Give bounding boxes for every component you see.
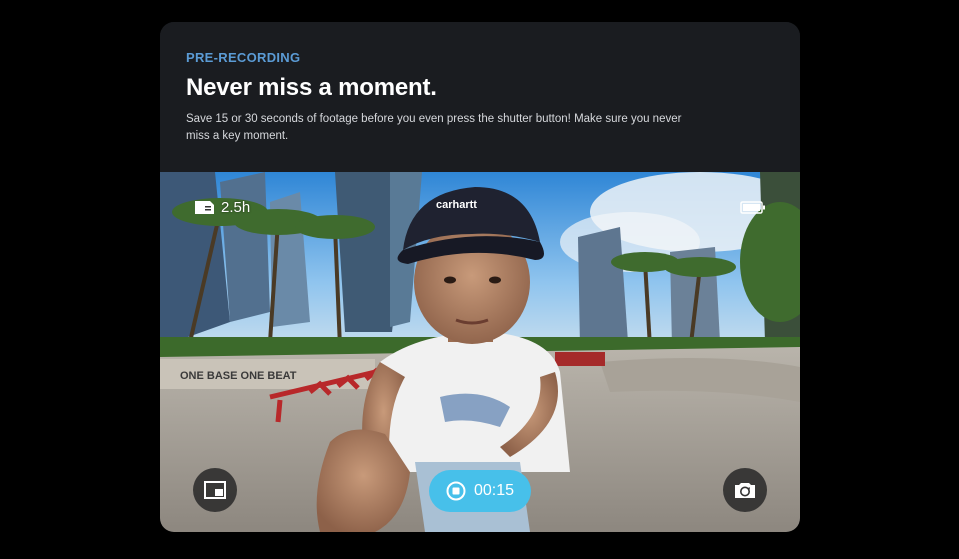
record-stop-icon (446, 481, 466, 501)
scene-signage: ONE BASE ONE BEAT (180, 370, 297, 382)
camera-switch-icon (735, 483, 755, 498)
picture-in-picture-icon (204, 481, 226, 499)
feature-eyebrow: PRE-RECORDING (186, 50, 301, 65)
camera-switch-button[interactable] (723, 468, 767, 512)
cap-logo: carhartt (436, 199, 477, 211)
feature-title: Never miss a moment. (186, 74, 437, 101)
feature-description: Save 15 or 30 seconds of footage before … (186, 113, 682, 142)
battery-icon (740, 201, 766, 219)
storage-indicator: 2.5h (193, 199, 250, 216)
recording-timer: 00:15 (473, 482, 515, 499)
sd-card-icon (195, 201, 214, 214)
picture-in-picture-button[interactable] (193, 468, 237, 512)
feature-card: PRE-RECORDING Never miss a moment. Save … (160, 22, 800, 532)
camera-viewfinder: ONE BASE ONE BEAT carhartt 2.5h 00:15 (160, 172, 800, 532)
record-stop-button[interactable]: 00:15 (429, 470, 531, 512)
storage-remaining: 2.5h (221, 199, 251, 216)
feature-header: PRE-RECORDING Never miss a moment. Save … (160, 22, 800, 172)
